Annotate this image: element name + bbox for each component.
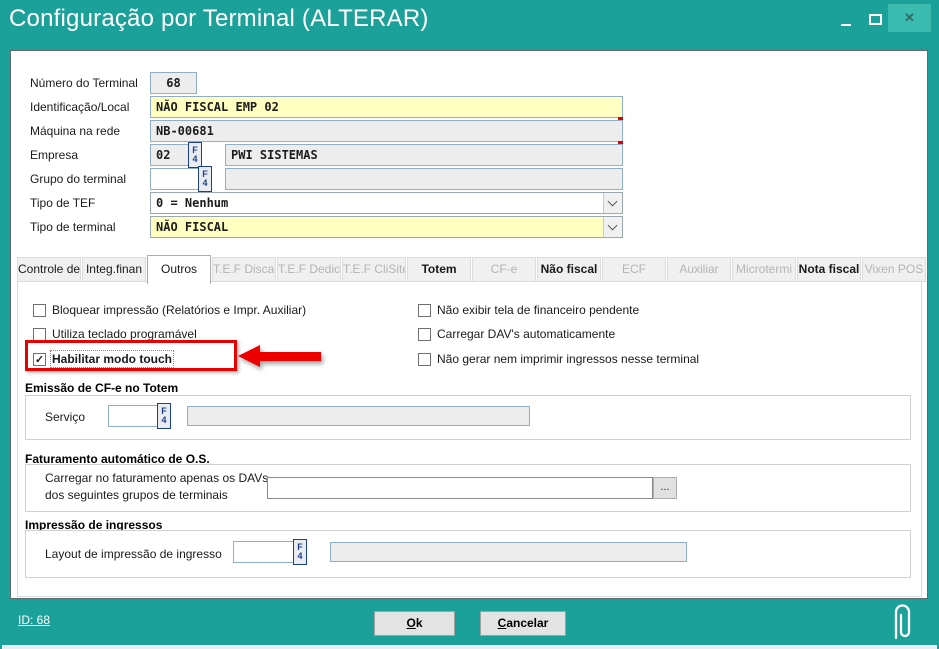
servico-label: Serviço — [45, 406, 85, 428]
numero-terminal-label: Número do Terminal — [30, 72, 138, 94]
grupos-terminais-field[interactable] — [267, 477, 653, 499]
id-link[interactable]: ID: 68 — [18, 613, 50, 627]
tab-cfe: CF-e — [472, 257, 536, 282]
close-button[interactable]: ✕ — [888, 4, 931, 32]
checkbox-nao-gerar-ingressos[interactable]: Não gerar nem imprimir ingressos nesse t… — [418, 351, 699, 367]
tab-totem[interactable]: Totem — [407, 257, 471, 282]
tab-tef-discada: T.E.F Discad — [212, 257, 276, 282]
annotation-highlight-rectangle — [25, 340, 237, 371]
tab-tef-dedicado: T.E.F Dedic — [277, 257, 341, 282]
browse-button[interactable]: ... — [653, 477, 677, 499]
maquina-field[interactable]: NB-00681 — [150, 120, 623, 142]
tab-auxiliar: Auxiliar — [667, 257, 731, 282]
ok-button[interactable]: Ok — [374, 611, 455, 636]
cancel-button[interactable]: Cancelar — [480, 611, 566, 636]
tab-outros[interactable]: Outros — [147, 255, 211, 284]
chevron-down-icon — [608, 197, 618, 207]
tipo-terminal-label: Tipo de terminal — [30, 216, 116, 238]
empresa-label: Empresa — [30, 144, 78, 166]
tab-integ-finan[interactable]: Integ.finan — [82, 257, 146, 282]
identificacao-label: Identificação/Local — [30, 96, 129, 118]
window-bottom-edge — [2, 645, 937, 649]
title-bar: Configuração por Terminal (ALTERAR) ✕ — [0, 0, 939, 38]
paperclip-icon[interactable] — [891, 602, 915, 644]
tab-nao-fiscal[interactable]: Não fiscal — [537, 257, 601, 282]
tab-page-outros: Bloquear impressão (Relatórios e Impr. A… — [17, 281, 922, 597]
tipo-terminal-select[interactable]: NÃO FISCAL — [150, 216, 623, 238]
checkbox-unchecked-icon[interactable] — [418, 304, 431, 317]
dialog-footer: ID: 68 Ok Cancelar — [0, 600, 939, 649]
tab-strip: Controle de Integ.finan Outros T.E.F Dis… — [17, 255, 924, 284]
servico-name-field — [187, 406, 530, 426]
close-icon: ✕ — [904, 10, 915, 25]
chevron-down-icon — [608, 221, 618, 231]
dialog-body: Número do Terminal Identificação/Local M… — [10, 50, 928, 599]
tipo-tef-select[interactable]: 0 = Nenhum — [150, 192, 623, 214]
checkbox-unchecked-icon[interactable] — [418, 353, 431, 366]
tipo-terminal-dropdown-button[interactable] — [603, 217, 622, 237]
layout-code-field[interactable] — [233, 541, 297, 563]
tab-vixen-pos: Vixen POS — [862, 257, 926, 282]
faturamento-label-line2: dos seguintes grupos de terminais — [45, 487, 228, 504]
window-title: Configuração por Terminal (ALTERAR) — [9, 5, 429, 33]
checkbox-unchecked-icon[interactable] — [418, 328, 431, 341]
tipo-tef-label: Tipo de TEF — [30, 192, 95, 214]
layout-name-field — [330, 542, 687, 562]
tab-nota-fiscal[interactable]: Nota fiscal — [797, 257, 861, 282]
servico-code-field[interactable] — [108, 405, 161, 427]
checkbox-carregar-davs[interactable]: Carregar DAV's automaticamente — [418, 326, 615, 342]
maximize-icon — [869, 14, 882, 25]
tab-controle[interactable]: Controle de — [17, 257, 81, 282]
checkbox-nao-exibir-financeiro[interactable]: Não exibir tela de financeiro pendente — [418, 302, 639, 318]
checkbox-unchecked-icon[interactable] — [33, 304, 46, 317]
grupo-name-field — [225, 168, 623, 190]
tab-ecf: ECF — [602, 257, 666, 282]
faturamento-label-line1: Carregar no faturamento apenas os DAVs — [45, 470, 268, 487]
maximize-button[interactable] — [862, 4, 888, 31]
empresa-f4-lookup-button[interactable]: F4 — [188, 142, 202, 168]
grupo-terminal-label: Grupo do terminal — [30, 168, 126, 190]
tipo-tef-dropdown-button[interactable] — [603, 193, 622, 213]
layout-ingresso-label: Layout de impressão de ingresso — [45, 543, 222, 565]
checkbox-unchecked-icon[interactable] — [33, 328, 46, 341]
minimize-icon — [841, 24, 851, 26]
maquina-label: Máquina na rede — [30, 120, 120, 142]
minimize-button[interactable] — [834, 4, 860, 31]
layout-f4-lookup-button[interactable]: F4 — [293, 539, 307, 565]
tab-tef-clisitef: T.E.F CliSite — [342, 257, 406, 282]
servico-f4-lookup-button[interactable]: F4 — [157, 403, 171, 429]
grupo-f4-lookup-button[interactable]: F4 — [198, 166, 212, 192]
empresa-name-field: PWI SISTEMAS — [225, 144, 623, 166]
numero-terminal-field[interactable]: 68 — [150, 72, 197, 94]
tab-microterminal: Microtermi — [732, 257, 796, 282]
dialog-configuracao-terminal: Configuração por Terminal (ALTERAR) ✕ Nú… — [0, 0, 939, 649]
checkbox-bloquear-impressao[interactable]: Bloquear impressão (Relatórios e Impr. A… — [33, 302, 306, 318]
identificacao-field[interactable]: NÃO FISCAL EMP 02 — [150, 96, 623, 118]
annotation-arrow-icon — [238, 345, 323, 368]
group-title-emissao-cfe: Emissão de CF-e no Totem — [25, 381, 178, 395]
